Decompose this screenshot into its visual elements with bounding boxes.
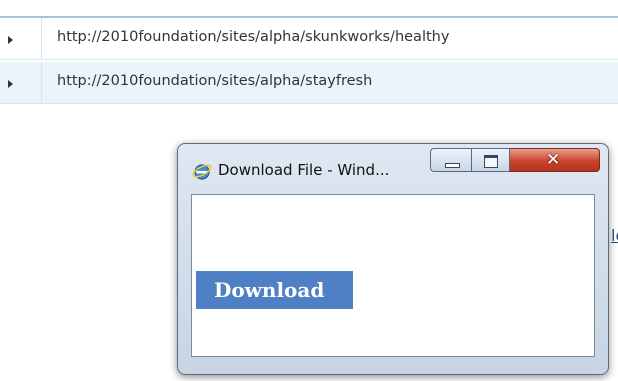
window-content: Download [191,194,595,357]
row-gutter [0,62,42,103]
window-controls: ✕ [430,148,602,174]
minimize-icon [445,163,460,168]
maximize-button[interactable] [472,148,510,172]
download-button[interactable]: Download [196,271,353,309]
list-item[interactable]: http://2010foundation/sites/alpha/skunkw… [0,18,618,60]
row-gutter [0,18,42,59]
window-titlebar[interactable]: Download File - Wind... ✕ [178,144,608,188]
minimize-button[interactable] [430,148,472,172]
list-item-url[interactable]: http://2010foundation/sites/alpha/stayfr… [57,73,372,89]
close-button[interactable]: ✕ [510,148,600,172]
list-item[interactable]: http://2010foundation/sites/alpha/stayfr… [0,62,618,104]
list-item-url[interactable]: http://2010foundation/sites/alpha/skunkw… [57,29,449,45]
background-link-fragment[interactable]: le [611,226,618,245]
page: http://2010foundation/sites/alpha/skunkw… [0,0,618,381]
maximize-icon [484,155,498,168]
list-header-border [0,0,618,18]
bullet-icon [8,36,13,44]
internet-explorer-icon [192,161,212,181]
bullet-icon [8,80,13,88]
close-icon: ✕ [546,150,561,170]
download-file-window: Download File - Wind... ✕ Download [177,143,609,375]
window-title: Download File - Wind... [218,161,390,179]
